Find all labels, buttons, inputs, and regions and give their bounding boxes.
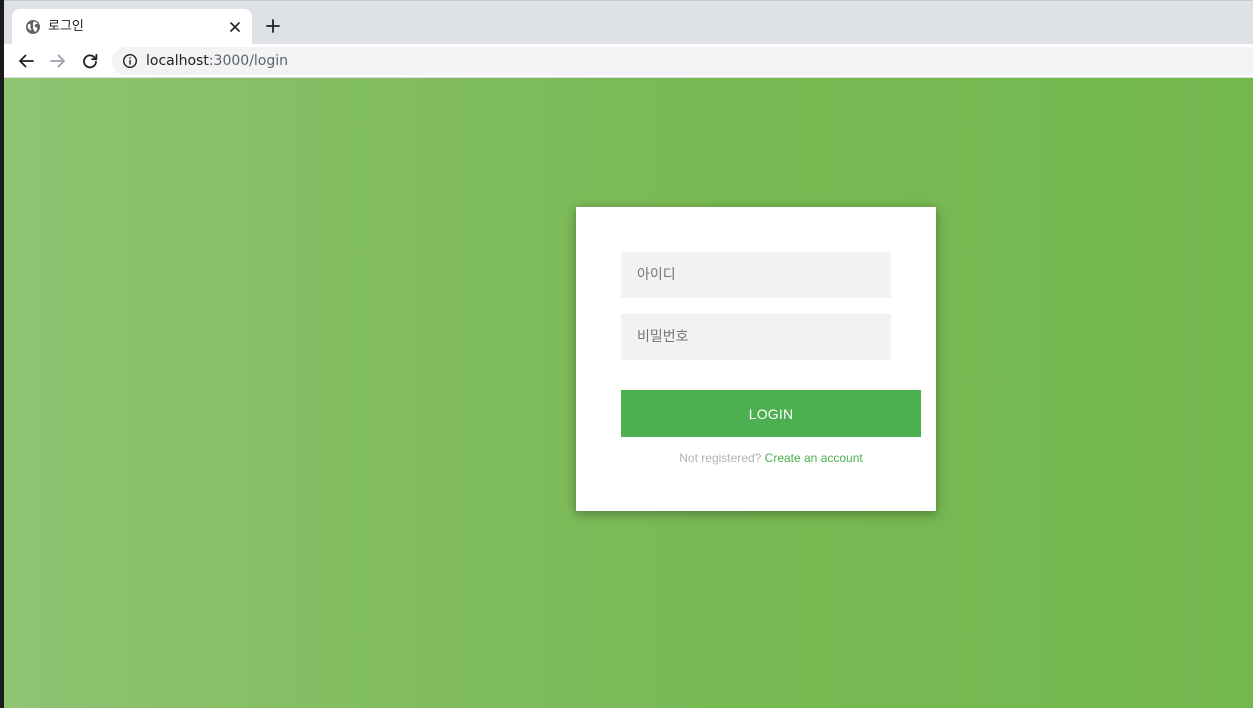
browser-tab-active[interactable]: 로그인 bbox=[12, 9, 252, 45]
register-prompt-text: Not registered? bbox=[679, 451, 762, 465]
forward-arrow-icon[interactable] bbox=[47, 50, 69, 72]
plus-icon[interactable] bbox=[262, 15, 284, 37]
reload-icon[interactable] bbox=[79, 50, 101, 72]
back-arrow-icon[interactable] bbox=[15, 50, 37, 72]
tab-strip: 로그인 bbox=[0, 0, 1253, 45]
page-background: LOGIN Not registered? Create an account bbox=[4, 78, 1253, 708]
close-icon[interactable] bbox=[226, 18, 244, 36]
address-bar[interactable]: localhost:3000/login bbox=[112, 47, 1253, 75]
register-prompt-line: Not registered? Create an account bbox=[621, 451, 921, 466]
url-path: :3000/login bbox=[208, 53, 289, 69]
info-icon[interactable] bbox=[122, 53, 138, 69]
create-account-link[interactable]: Create an account bbox=[765, 451, 863, 465]
url-host: localhost bbox=[146, 53, 209, 69]
address-url[interactable]: localhost:3000/login bbox=[146, 52, 288, 70]
password-input[interactable] bbox=[621, 314, 891, 360]
tab-title: 로그인 bbox=[48, 19, 84, 34]
login-button[interactable]: LOGIN bbox=[621, 390, 921, 437]
browser-toolbar: localhost:3000/login bbox=[0, 44, 1253, 78]
login-card: LOGIN Not registered? Create an account bbox=[576, 207, 936, 511]
globe-icon bbox=[26, 20, 40, 34]
username-input[interactable] bbox=[621, 252, 891, 298]
window-edge bbox=[0, 0, 4, 708]
